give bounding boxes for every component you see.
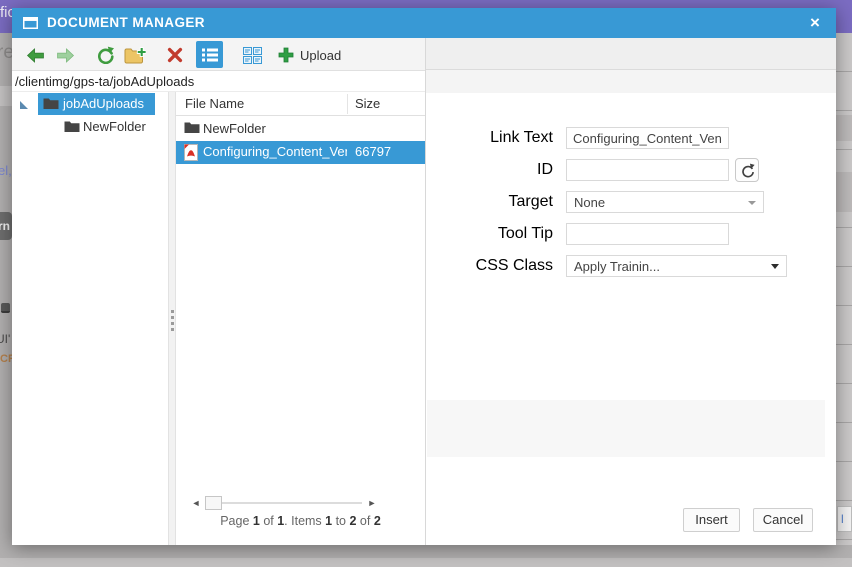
background-icon [1,303,10,313]
css-class-dropdown[interactable]: Apply Trainin... [566,255,787,277]
file-row-selected-pdf[interactable]: Configuring_Content_Vendor 66797 [176,141,425,164]
delete-x-icon [167,47,183,63]
preview-section [427,400,825,457]
scrollbar-track[interactable] [206,502,362,504]
right-panel-toolbar-strip [425,38,836,70]
file-size-cell: 66797 [355,144,392,159]
background-button-fragment: l [837,506,852,532]
close-icon[interactable]: × [803,8,827,38]
new-folder-button[interactable] [124,45,146,65]
document-manager-dialog: DOCUMENT MANAGER × Upload /clientimg/gps… [12,8,836,545]
scroll-right-icon[interactable]: ► [366,495,378,511]
file-list: File Name Size NewFolder Configuring_Con… [176,92,425,545]
regenerate-icon [741,163,755,177]
panel-splitter[interactable] [168,92,176,545]
chevron-down-icon [771,264,779,269]
background-row-band [0,86,12,106]
scroll-left-icon[interactable]: ◄ [190,495,202,511]
chevron-down-icon [748,201,756,205]
breadcrumb: /clientimg/gps-ta/jobAdUploads [12,71,425,92]
id-label: ID [537,161,553,178]
target-value: None [574,195,606,210]
background-link-fragment: el, [0,163,12,178]
pager-text: of [259,514,278,528]
folder-tree: jobAdUploads NewFolder [12,92,168,545]
grid-view-button[interactable] [240,43,264,67]
pager-text: to [332,514,350,528]
back-arrow-icon [26,47,44,63]
tool-tip-label: Tool Tip [497,225,553,242]
back-button[interactable] [24,45,46,65]
list-view-button[interactable] [196,41,223,68]
refresh-icon [98,46,114,64]
file-name-cell: NewFolder [203,121,266,136]
folder-icon [184,122,200,133]
right-panel-path-strip [425,70,836,93]
column-separator [347,94,348,114]
css-class-value: Apply Trainin... [574,259,660,274]
tree-item-label: jobAdUploads [63,96,144,111]
file-list-header: File Name Size [176,92,425,116]
screen: fic re el, rn UI' CRI l DOCUMENT MANAGER… [0,0,852,567]
background-bottom-band [0,558,852,567]
background-text-fragment: UI' [0,332,11,346]
delete-button[interactable] [164,45,186,65]
tree-collapse-icon[interactable] [20,101,28,109]
tree-item-newfolder[interactable]: NewFolder [12,116,168,138]
target-label: Target [508,193,553,210]
tree-item-label: NewFolder [83,119,146,134]
forward-button[interactable] [54,45,76,65]
scrollbar-thumb[interactable] [205,496,222,510]
pager-number: 1 [252,514,260,528]
background-button-fragment: rn [0,212,12,240]
background-table-cell [836,115,852,141]
pdf-file-icon [184,144,198,161]
background-table-rows [836,33,852,545]
upload-label: Upload [300,47,342,63]
target-dropdown[interactable]: None [566,191,764,213]
column-header-file-name[interactable]: File Name [185,92,244,115]
background-table-cell [836,172,852,212]
pager-text: Page [220,514,253,528]
link-text-input[interactable] [566,127,729,149]
horizontal-scrollbar[interactable]: ◄ ► [176,495,425,511]
tree-item-jobaduploads[interactable]: jobAdUploads [12,93,168,115]
css-class-label: CSS Class [475,257,553,274]
pager-status: Page 1 of 1. Items 1 to 2 of 2 [176,514,425,528]
dialog-titlebar[interactable]: DOCUMENT MANAGER × [12,8,836,38]
tool-tip-input[interactable] [566,223,729,245]
window-icon [23,17,38,29]
upload-button[interactable]: Upload [278,43,368,67]
dialog-title: DOCUMENT MANAGER [47,15,205,30]
pager-text: of [356,514,374,528]
insert-button[interactable]: Insert [683,508,740,532]
pager-text: . Items [284,514,326,528]
refresh-button[interactable] [94,45,116,65]
splitter-grip-icon [171,310,174,331]
column-header-size[interactable]: Size [355,92,380,115]
pager-number: 2 [373,514,381,528]
file-toolbar: Upload [12,38,425,71]
upload-plus-icon [278,47,294,63]
folder-icon [43,98,59,109]
cancel-button[interactable]: Cancel [753,508,813,532]
new-folder-icon [124,46,146,63]
id-input[interactable] [566,159,729,181]
link-text-label: Link Text [490,129,553,146]
list-view-icon [201,48,218,61]
folder-icon [64,121,80,132]
file-name-cell: Configuring_Content_Vendor [203,144,347,159]
forward-arrow-icon [56,47,74,63]
grid-view-icon [242,46,262,64]
generate-id-button[interactable] [735,158,759,182]
file-row-newfolder[interactable]: NewFolder [176,118,425,140]
